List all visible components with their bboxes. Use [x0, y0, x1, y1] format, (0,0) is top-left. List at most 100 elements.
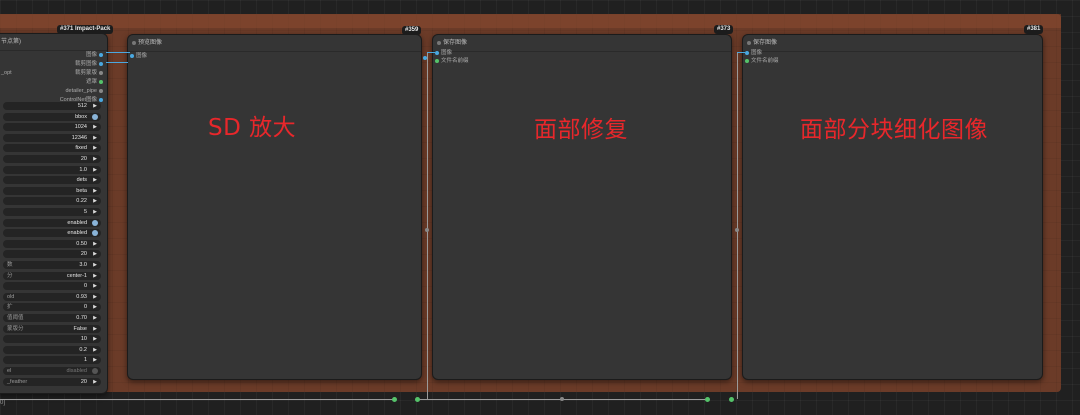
image-input-pin[interactable]: [745, 50, 749, 55]
detailer-widget[interactable]: old 0.93 ▶: [3, 292, 101, 301]
increment-arrow-icon[interactable]: ▶: [93, 240, 97, 248]
output-pin[interactable]: [99, 79, 103, 84]
increment-arrow-icon[interactable]: ▶: [93, 325, 97, 333]
impact-output[interactable]: 遮罩: [86, 78, 105, 86]
toggle-icon[interactable]: [92, 230, 98, 237]
increment-arrow-icon[interactable]: ▶: [93, 346, 97, 354]
reroute-wire[interactable]: [737, 52, 745, 53]
detailer-widget[interactable]: 10 ▶: [3, 335, 101, 344]
detailer-widget[interactable]: 数 3.0 ▶: [3, 261, 101, 269]
increment-arrow-icon[interactable]: ▶: [93, 155, 97, 163]
output-pin[interactable]: [99, 61, 103, 66]
save373-input-prefix[interactable]: 文件名前缀: [433, 57, 469, 65]
detailer-widget[interactable]: enabled: [3, 218, 101, 227]
increment-arrow-icon[interactable]: ▶: [93, 314, 97, 322]
detailer-widget[interactable]: _feather 20 ▶: [3, 377, 101, 386]
impact-output[interactable]: 裁剪蒙版: [75, 69, 105, 77]
increment-arrow-icon[interactable]: ▶: [93, 176, 97, 184]
impact-output[interactable]: 图像: [86, 51, 105, 59]
impact-output[interactable]: detailer_pipe: [66, 87, 106, 95]
image-input-pin[interactable]: [130, 53, 134, 58]
reroute-midpoint[interactable]: [560, 397, 564, 401]
increment-arrow-icon[interactable]: ▶: [93, 102, 97, 110]
reroute-wire[interactable]: [427, 52, 428, 399]
increment-arrow-icon[interactable]: ▶: [93, 272, 97, 280]
save381-input-prefix[interactable]: 文件名前缀: [743, 57, 779, 65]
detailer-widget[interactable]: 0.2 ▶: [3, 345, 101, 354]
reroute-midpoint[interactable]: [425, 228, 429, 232]
preview-input-image[interactable]: 图像: [128, 52, 147, 60]
detailer-widget[interactable]: 1 ▶: [3, 356, 101, 365]
collapse-dot-icon[interactable]: [747, 41, 751, 45]
image-link-wire[interactable]: [106, 62, 128, 63]
impact-output[interactable]: 裁剪图像: [75, 60, 105, 68]
string-input-pin[interactable]: [745, 58, 749, 63]
detailer-widget[interactable]: 蒙版分 False ▶: [3, 324, 101, 333]
reroute-wire[interactable]: [0, 399, 395, 400]
image-input-pin[interactable]: [435, 50, 439, 55]
increment-arrow-icon[interactable]: ▶: [93, 144, 97, 152]
save381-input-image[interactable]: 图像: [743, 49, 762, 57]
impact-input-opt[interactable]: _opt: [1, 69, 12, 77]
detailer-widget[interactable]: dets ▶: [3, 176, 101, 185]
detailer-widget[interactable]: 0.50 ▶: [3, 239, 101, 248]
increment-arrow-icon[interactable]: ▶: [93, 166, 97, 174]
string-input-pin[interactable]: [435, 58, 439, 63]
increment-arrow-icon[interactable]: ▶: [93, 335, 97, 343]
increment-arrow-icon[interactable]: ▶: [93, 378, 97, 386]
output-pin[interactable]: [99, 52, 103, 57]
detailer-widget[interactable]: enabled: [3, 229, 101, 238]
node-group-title-bar[interactable]: [0, 14, 1061, 28]
detailer-widget[interactable]: el disabled: [3, 367, 101, 375]
reroute-node[interactable]: [392, 397, 397, 402]
save381-node-title[interactable]: 保存图像: [743, 35, 1042, 52]
detailer-widget[interactable]: fixed ▶: [3, 144, 101, 153]
image-link-wire[interactable]: [106, 52, 130, 53]
reroute-wire[interactable]: [737, 52, 738, 399]
reroute-wire[interactable]: [427, 52, 435, 53]
detailer-widget[interactable]: 0.22 ▶: [3, 197, 101, 206]
reroute-midpoint[interactable]: [735, 228, 739, 232]
increment-arrow-icon[interactable]: ▶: [93, 208, 97, 216]
reroute-node[interactable]: [705, 397, 710, 402]
increment-arrow-icon[interactable]: ▶: [93, 261, 97, 269]
output-pin[interactable]: [99, 88, 103, 93]
detailer-widget[interactable]: 5 ▶: [3, 208, 101, 216]
increment-arrow-icon[interactable]: ▶: [93, 123, 97, 131]
impact-pack-detailer-node[interactable]: 节点第) 图像 裁剪图像 裁剪蒙版 遮罩 detailer_pipe ControlNet…: [0, 33, 108, 394]
detailer-widget[interactable]: beta ▶: [3, 186, 101, 195]
reroute-node[interactable]: [729, 397, 734, 402]
increment-arrow-icon[interactable]: ▶: [93, 356, 97, 364]
save373-input-image[interactable]: 图像: [433, 49, 452, 57]
detailer-widget[interactable]: 分 center-1 ▶: [3, 271, 101, 280]
detailer-widget[interactable]: 1024 ▶: [3, 123, 101, 132]
preview-node-title[interactable]: 预览图像: [128, 35, 421, 52]
detailer-widget[interactable]: 20 ▶: [3, 155, 101, 163]
detailer-widget[interactable]: bbox: [3, 112, 101, 121]
preview-image-node[interactable]: 预览图像 图像: [127, 34, 422, 380]
toggle-icon[interactable]: [92, 113, 98, 120]
reroute-node[interactable]: [415, 397, 420, 402]
impact-node-title[interactable]: 节点第): [0, 34, 107, 51]
detailer-widget[interactable]: 0 ▶: [3, 282, 101, 291]
save-image-node-381[interactable]: 保存图像 图像 文件名前缀: [742, 34, 1043, 380]
link-icon[interactable]: [423, 56, 427, 60]
save-image-node-373[interactable]: 保存图像 图像 文件名前缀: [432, 34, 732, 380]
detailer-widget[interactable]: 12346 ▶: [3, 133, 101, 142]
increment-arrow-icon[interactable]: ▶: [93, 187, 97, 195]
increment-arrow-icon[interactable]: ▶: [93, 303, 97, 311]
save373-node-title[interactable]: 保存图像: [433, 35, 731, 52]
collapse-dot-icon[interactable]: [437, 41, 441, 45]
detailer-widget[interactable]: 512 ▶: [3, 102, 101, 110]
toggle-icon[interactable]: [92, 219, 98, 226]
output-pin[interactable]: [99, 97, 103, 102]
increment-arrow-icon[interactable]: ▶: [93, 293, 97, 301]
increment-arrow-icon[interactable]: ▶: [93, 250, 97, 258]
detailer-widget[interactable]: 值阈值 0.70 ▶: [3, 314, 101, 322]
output-pin[interactable]: [99, 70, 103, 75]
collapse-dot-icon[interactable]: [132, 41, 136, 45]
detailer-widget[interactable]: 扩 0 ▶: [3, 303, 101, 312]
increment-arrow-icon[interactable]: ▶: [93, 134, 97, 142]
toggle-icon[interactable]: [92, 368, 98, 374]
increment-arrow-icon[interactable]: ▶: [93, 282, 97, 290]
